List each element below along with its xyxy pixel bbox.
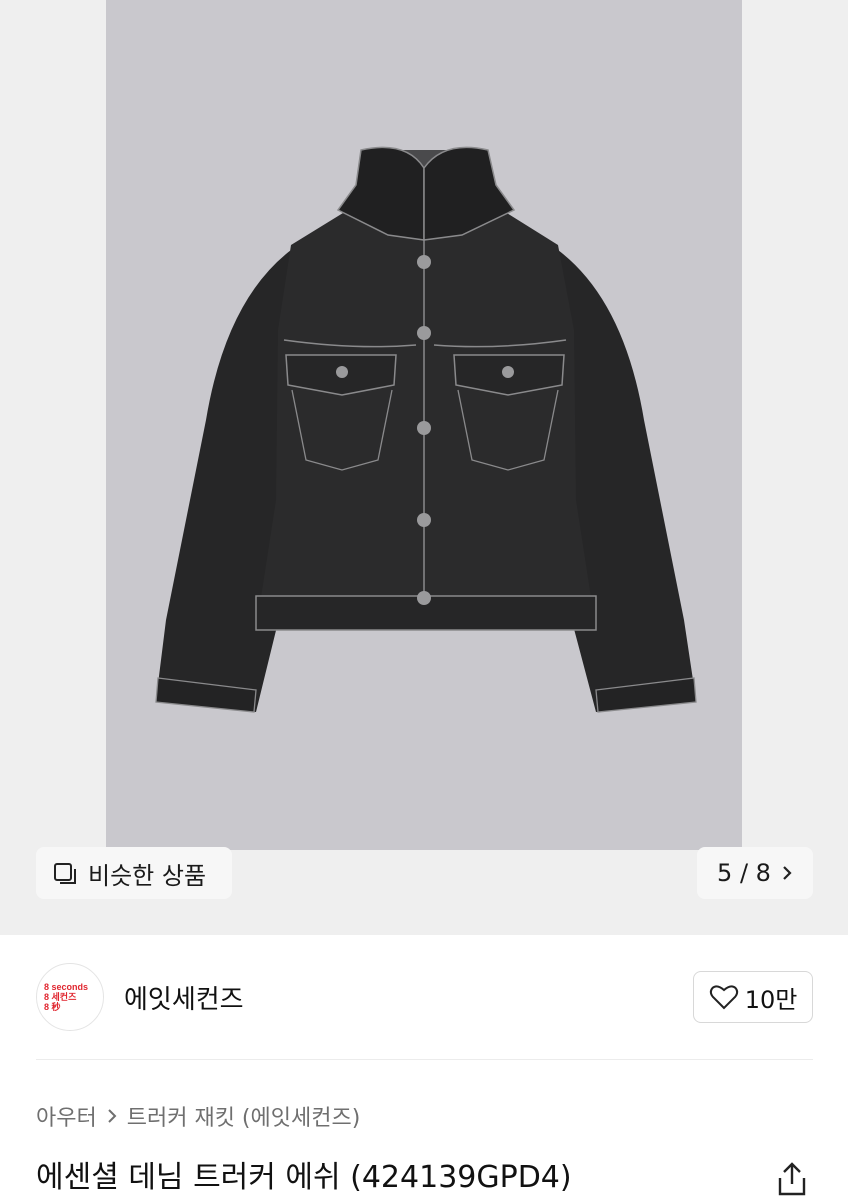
chevron-right-icon — [107, 1108, 117, 1124]
image-counter-text: 5 / 8 — [717, 859, 771, 887]
brand-logo-line: 8 秒 — [44, 1002, 61, 1012]
product-photo[interactable] — [106, 0, 742, 850]
brand-logo-line: 8 seconds — [44, 982, 89, 992]
breadcrumb-category[interactable]: 아우터 — [36, 1100, 97, 1132]
brand-logo-line: 8 세컨즈 — [44, 992, 77, 1002]
divider — [36, 1059, 813, 1060]
similar-items-label: 비슷한 상품 — [88, 861, 207, 890]
breadcrumb: 아우터 트러커 재킷 (에잇세컨즈) — [36, 1100, 360, 1132]
product-title: 에센셜 데님 트러커 에쉬 (424139GPD4) — [36, 1160, 572, 1195]
product-image-gallery[interactable]: 비슷한 상품 5 / 8 — [0, 0, 848, 935]
heart-outline-icon — [709, 984, 739, 1010]
like-button[interactable]: 10만 — [693, 971, 813, 1023]
jacket-illustration — [155, 146, 697, 713]
brand-logo[interactable]: 8 seconds 8 세컨즈 8 秒 — [36, 963, 104, 1031]
similar-items-button[interactable]: 비슷한 상품 — [36, 847, 232, 899]
chevron-right-icon — [781, 864, 793, 882]
share-icon[interactable] — [774, 1160, 810, 1200]
similar-items-icon — [52, 860, 78, 886]
like-count: 10만 — [744, 985, 798, 1014]
breadcrumb-subcategory[interactable]: 트러커 재킷 (에잇세컨즈) — [127, 1100, 361, 1132]
brand-row: 8 seconds 8 세컨즈 8 秒 에잇세컨즈 10만 — [0, 935, 848, 1060]
brand-name-link[interactable]: 에잇세컨즈 — [124, 979, 244, 1016]
image-counter-button[interactable]: 5 / 8 — [697, 847, 813, 899]
